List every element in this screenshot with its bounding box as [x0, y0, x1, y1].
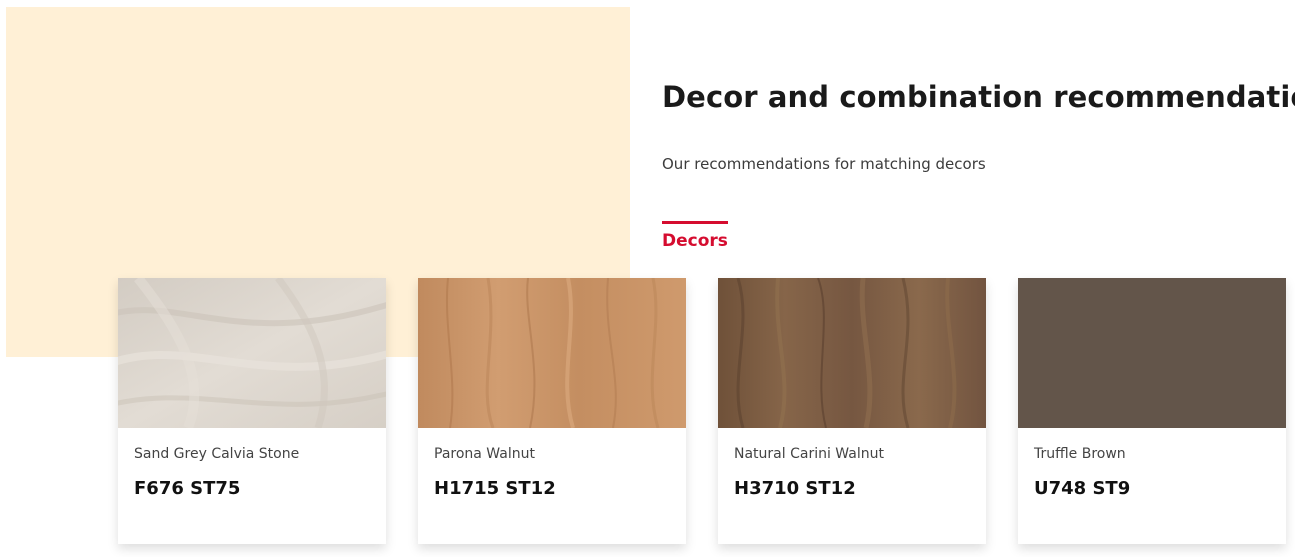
- decor-card-natural-carini-walnut[interactable]: Natural Carini Walnut H3710 ST12: [718, 278, 986, 544]
- decor-code: F676 ST75: [134, 478, 241, 499]
- decor-swatch-image: [1018, 278, 1286, 428]
- section-title: Decor and combination recommendations: [662, 80, 1295, 114]
- decor-swatch-image: [118, 278, 386, 428]
- decor-section: Decor and combination recommendations Ou…: [0, 0, 1295, 557]
- decor-card-sand-grey-calvia-stone[interactable]: Sand Grey Calvia Stone F676 ST75: [118, 278, 386, 544]
- decor-name: Natural Carini Walnut: [734, 446, 884, 462]
- decor-name: Truffle Brown: [1034, 446, 1126, 462]
- decor-code: H1715 ST12: [434, 478, 556, 499]
- section-subtitle: Our recommendations for matching decors: [662, 155, 986, 173]
- decor-card-truffle-brown[interactable]: Truffle Brown U748 ST9: [1018, 278, 1286, 544]
- decor-name: Sand Grey Calvia Stone: [134, 446, 300, 462]
- decor-code: U748 ST9: [1034, 478, 1131, 499]
- decor-card-parona-walnut[interactable]: Parona Walnut H1715 ST12: [418, 278, 686, 544]
- decor-name: Parona Walnut: [434, 446, 535, 462]
- decor-swatch-image: [418, 278, 686, 428]
- decor-code: H3710 ST12: [734, 478, 856, 499]
- decor-swatch-image: [718, 278, 986, 428]
- tab-decors[interactable]: Decors: [662, 221, 728, 251]
